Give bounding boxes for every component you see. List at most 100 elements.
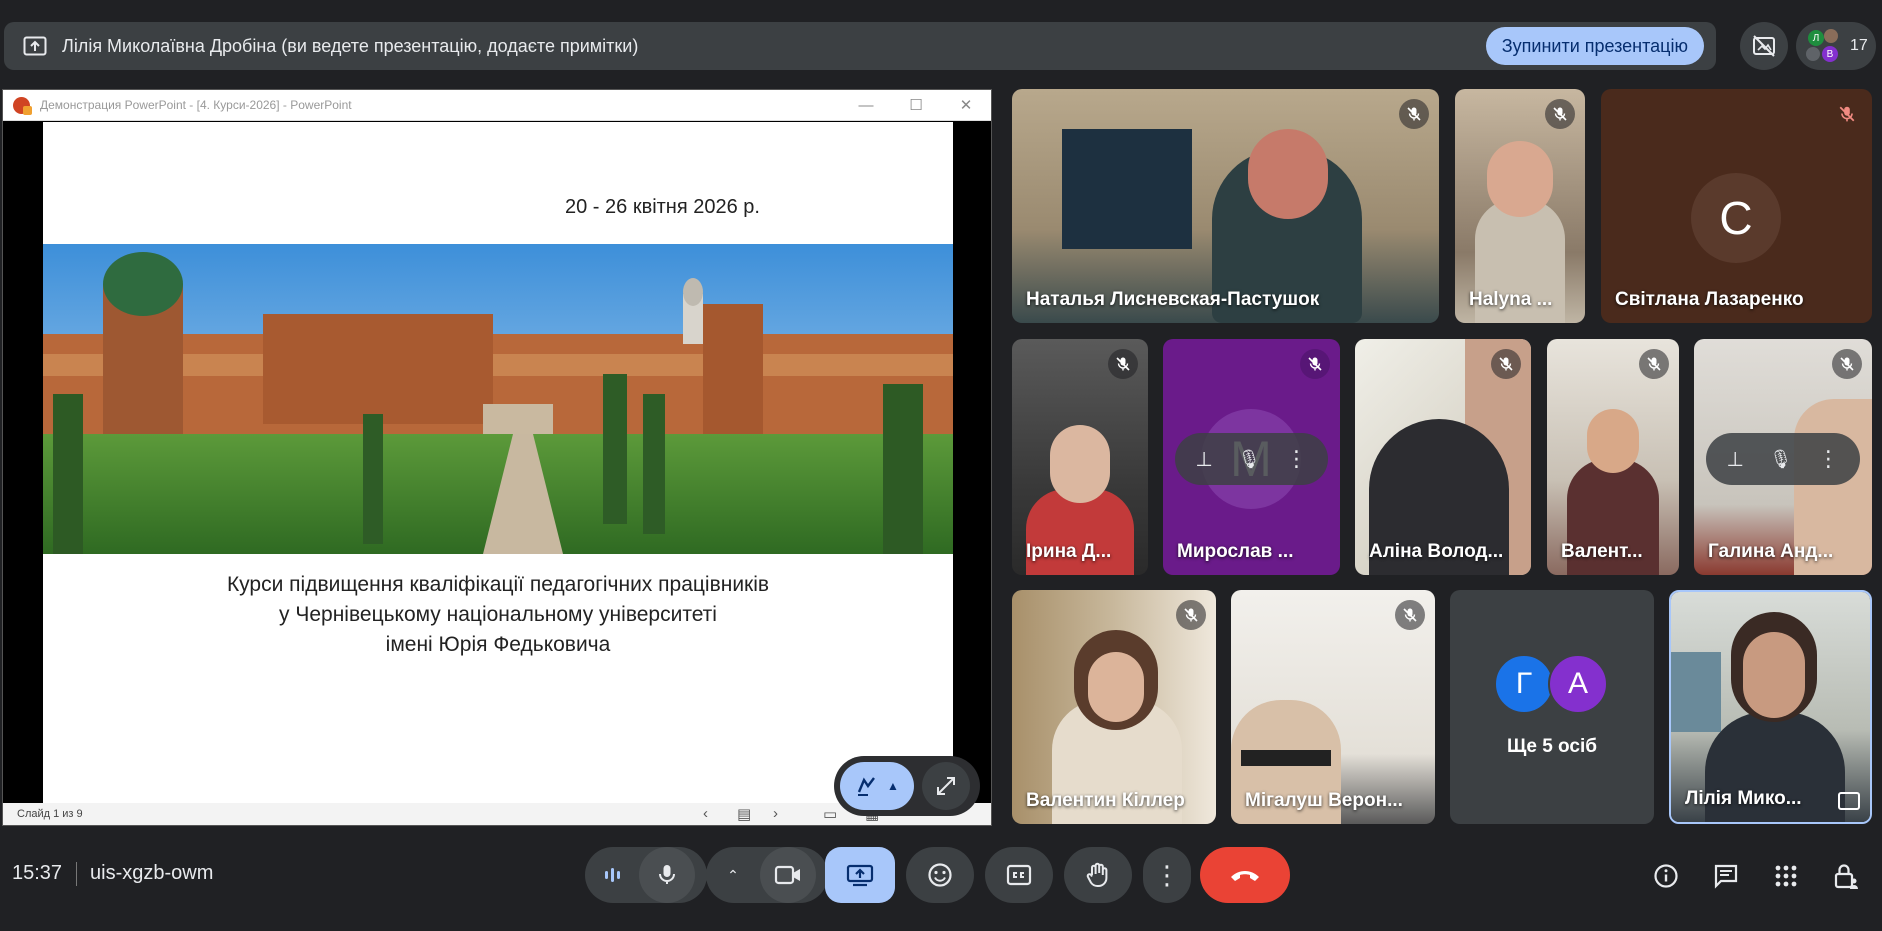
audio-level-icon: [585, 868, 639, 882]
participant-tile[interactable]: Аліна Волод...: [1355, 339, 1531, 575]
muted-mic-icon: [1545, 99, 1575, 129]
slide-date: 20 - 26 квітня 2026 р.: [565, 196, 760, 218]
pin-icon[interactable]: ⊥: [1727, 447, 1744, 472]
participant-name: Лілія Мико...: [1685, 788, 1802, 809]
powerpoint-window: Демонстрация PowerPoint - [4. Курси-2026…: [2, 89, 992, 826]
divider: [76, 862, 77, 886]
mute-icon[interactable]: 🎙: [1238, 449, 1261, 470]
slide-menu-icon[interactable]: ▤: [737, 805, 751, 823]
participant-avatar: С: [1691, 173, 1781, 263]
slide-line: Курси підвищення кваліфікації педагогічн…: [226, 573, 770, 596]
participant-tile[interactable]: Halyna ...: [1455, 89, 1585, 323]
participant-name: Мирослав ...: [1177, 541, 1294, 562]
mini-avatar: В: [1822, 46, 1838, 62]
close-icon[interactable]: ✕: [941, 96, 991, 114]
prev-slide-icon[interactable]: ‹: [703, 805, 708, 822]
minimize-icon[interactable]: —: [841, 97, 891, 114]
microphone-control: [585, 847, 707, 903]
lock-person-icon: [1834, 864, 1858, 889]
raise-hand-button[interactable]: [1064, 847, 1132, 903]
tile-hover-controls: ⊥ 🎙 ⋮: [1706, 433, 1860, 485]
annotation-toolbar: ▲: [834, 756, 980, 816]
activities-button[interactable]: [1766, 856, 1806, 896]
meeting-details-button[interactable]: [1646, 856, 1686, 896]
camera-button[interactable]: [760, 847, 816, 903]
more-options-button[interactable]: ⋮: [1143, 847, 1191, 903]
stop-presenting-button[interactable]: Зупинити презентацію: [1485, 27, 1704, 65]
muted-mic-icon: [1395, 600, 1425, 630]
camera-options-chevron-icon[interactable]: ⌃: [706, 867, 760, 884]
participant-tile[interactable]: С Світлана Лазаренко: [1601, 89, 1872, 323]
participant-tile[interactable]: ⊥ 🎙 ⋮ Галина Анд...: [1694, 339, 1872, 575]
camera-control: ⌃: [706, 847, 828, 903]
muted-mic-icon: [1399, 99, 1429, 129]
info-icon: [1654, 864, 1678, 888]
muted-mic-icon: [1491, 349, 1521, 379]
reactions-button[interactable]: [906, 847, 974, 903]
tile-hover-controls: ⊥ 🎙 ⋮: [1175, 433, 1328, 485]
captions-button[interactable]: [985, 847, 1053, 903]
annotate-pen-button[interactable]: ▲: [840, 762, 914, 810]
mini-avatars: Л В: [1806, 29, 1840, 63]
self-view-tile[interactable]: Лілія Мико...: [1669, 590, 1872, 824]
emoji-icon: [928, 863, 952, 887]
ppt-window-title: Демонстрация PowerPoint - [4. Курси-2026…: [40, 98, 352, 112]
powerpoint-icon: [13, 96, 32, 115]
muted-mic-icon: [1300, 349, 1330, 379]
participant-tile[interactable]: Мігалуш Верон...: [1231, 590, 1435, 824]
expand-button[interactable]: [922, 762, 970, 810]
slide-canvas: 20 - 26 квітня 2026 р. Курси підвищення …: [43, 122, 953, 806]
next-slide-icon[interactable]: ›: [773, 805, 778, 822]
more-options-icon[interactable]: ⋮: [1286, 446, 1308, 472]
more-options-icon[interactable]: ⋮: [1817, 446, 1839, 472]
participant-avatar: А: [1548, 654, 1608, 714]
muted-mic-icon: [1108, 349, 1138, 379]
participant-tile[interactable]: Валент...: [1547, 339, 1679, 575]
leave-call-button[interactable]: [1200, 847, 1290, 903]
more-participants-label: Ще 5 осіб: [1507, 736, 1597, 757]
chat-button[interactable]: [1706, 856, 1746, 896]
caret-up-icon: ▲: [887, 779, 899, 793]
participant-count: 17: [1850, 37, 1868, 54]
apps-grid-icon: [1775, 865, 1797, 887]
present-screen-icon: [846, 864, 874, 887]
participant-name: Галина Анд...: [1708, 541, 1834, 562]
mini-avatar-photo: [1806, 47, 1820, 61]
pin-icon[interactable]: ⊥: [1195, 447, 1212, 472]
participant-tile[interactable]: Валентин Кіллер: [1012, 590, 1216, 824]
more-participants-tile[interactable]: Г А Ще 5 осіб: [1450, 590, 1654, 824]
slide-line: у Чернівецькому національному університе…: [279, 603, 717, 626]
participant-name: Halyna ...: [1469, 289, 1553, 310]
muted-mic-icon: [1639, 349, 1669, 379]
microphone-button[interactable]: [639, 847, 695, 903]
participant-name: Валентин Кіллер: [1026, 790, 1185, 811]
participant-avatar: Г: [1494, 654, 1554, 714]
chat-icon: [1714, 864, 1738, 889]
participant-tile[interactable]: Наталья Лисневская-Пастушок: [1012, 89, 1439, 323]
camera-off-button[interactable]: [1740, 22, 1788, 70]
participants-button[interactable]: Л В 17: [1796, 22, 1876, 70]
more-vert-icon: ⋮: [1154, 859, 1180, 890]
hand-icon: [1086, 862, 1108, 887]
participant-name: Мігалуш Верон...: [1245, 790, 1403, 811]
participant-name: Ірина Д...: [1026, 541, 1112, 562]
meeting-code: uis-xgzb-owm: [90, 862, 214, 884]
mini-avatar-photo: [1824, 29, 1838, 43]
normal-view-icon[interactable]: ▭: [823, 805, 837, 823]
host-controls-button[interactable]: [1826, 856, 1866, 896]
maximize-icon[interactable]: ☐: [891, 96, 941, 114]
participant-tile[interactable]: Ірина Д...: [1012, 339, 1148, 575]
muted-mic-icon: [1832, 99, 1862, 129]
no-camera-icon: [1753, 35, 1775, 57]
end-call-icon: [1231, 871, 1259, 881]
mute-icon[interactable]: 🎙: [1769, 449, 1792, 470]
participant-tile[interactable]: М ⊥ 🎙 ⋮ Мирослав ...: [1163, 339, 1340, 575]
muted-mic-icon: [1176, 600, 1206, 630]
present-now-button[interactable]: [825, 847, 895, 903]
camera-icon: [774, 865, 800, 885]
picture-in-picture-icon[interactable]: [1838, 792, 1860, 810]
participant-name: Аліна Волод...: [1369, 541, 1504, 562]
participant-name: Валент...: [1561, 541, 1643, 562]
participant-video: [1012, 89, 1439, 323]
presenting-status-text: Лілія Миколаївна Дробіна (ви ведете през…: [62, 35, 639, 56]
